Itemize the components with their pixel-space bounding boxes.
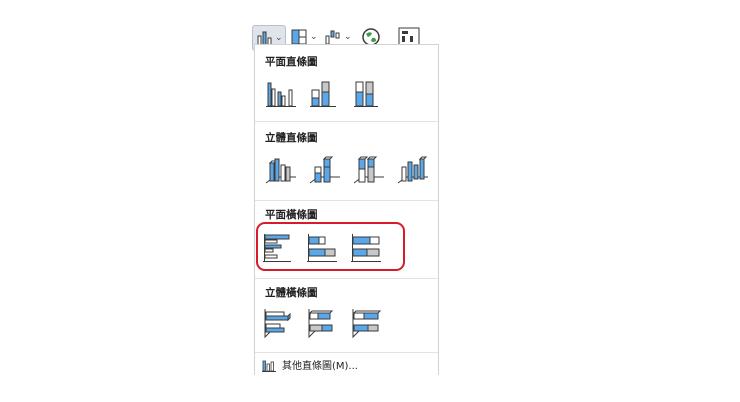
3d-clustered-bar-icon[interactable] — [261, 307, 295, 341]
chevron-down-icon: ⌄ — [344, 32, 352, 42]
stacked-column-icon[interactable] — [308, 77, 342, 111]
3d-column-icon[interactable] — [396, 153, 430, 187]
more-column-charts-link[interactable]: 其他直條圖(M)... — [262, 357, 358, 372]
100-stacked-column-icon[interactable] — [352, 77, 386, 111]
section-divider — [255, 278, 438, 279]
section-divider — [255, 121, 438, 122]
chevron-down-icon: ⌄ — [310, 32, 318, 42]
section-divider — [255, 352, 438, 353]
column-chart-icon — [262, 360, 276, 372]
3d-100-stacked-bar-icon[interactable] — [349, 307, 383, 341]
section-title-2d-column: 平面直條圖 — [265, 56, 318, 68]
more-column-charts-label: 其他直條圖(M)... — [282, 361, 358, 372]
column-chart-dropdown-panel: 平面直條圖 立體直條圖 平面橫條圖 立體橫條圖 其他直條圖(M)... — [254, 44, 439, 375]
chevron-down-icon: ⌄ — [275, 33, 283, 43]
section-title-3d-column: 立體直條圖 — [265, 132, 318, 144]
3d-stacked-column-icon[interactable] — [308, 153, 342, 187]
3d-clustered-column-icon[interactable] — [264, 153, 298, 187]
section-divider — [255, 200, 438, 201]
clustered-column-icon[interactable] — [264, 77, 298, 111]
3d-stacked-bar-icon[interactable] — [305, 307, 339, 341]
highlight-annotation — [256, 222, 405, 271]
section-title-2d-bar: 平面橫條圖 — [265, 209, 318, 221]
section-title-3d-bar: 立體橫條圖 — [265, 287, 318, 299]
3d-100-stacked-column-icon[interactable] — [352, 153, 386, 187]
